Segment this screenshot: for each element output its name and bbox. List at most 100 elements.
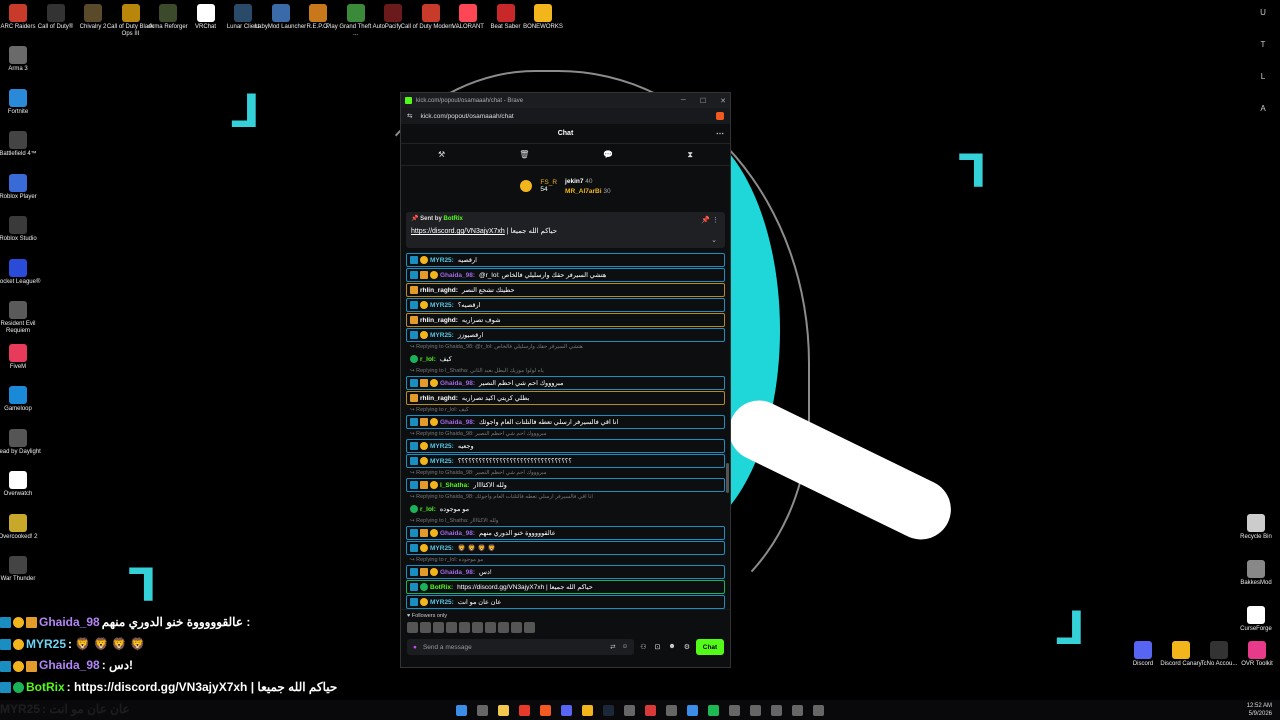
chat-input-placeholder[interactable]: Send a message: [423, 644, 472, 651]
hourglass-icon[interactable]: ⧗: [687, 150, 693, 160]
app-icon[interactable]: [645, 704, 656, 716]
desktop-shortcut[interactable]: FiveM: [0, 343, 48, 371]
chat-message[interactable]: Ghaida_98: مبروووك احم شي احظم النصير: [406, 376, 725, 390]
mic-icon[interactable]: ●: [413, 644, 417, 651]
discord-canary-icon[interactable]: [582, 704, 593, 716]
chat-message[interactable]: MYR25: ارقصيوزز: [406, 328, 725, 342]
chat-message[interactable]: MYR25: ارقصيه؟: [406, 298, 725, 312]
chat-username[interactable]: Ghaida_98:: [440, 419, 475, 426]
app-icon[interactable]: [771, 704, 782, 716]
pinned-link[interactable]: https://discord.gg/VN3ajyX7xh: [411, 228, 505, 235]
chat-message[interactable]: rhlin_raghd: حطيتك تشجع النصر: [406, 283, 725, 297]
desktop-shortcut[interactable]: Overwatch: [0, 471, 48, 498]
chat-message[interactable]: rhlin_raghd: شوف تصراريه: [406, 313, 725, 327]
emote-icon[interactable]: ☻: [668, 643, 675, 651]
chat-username[interactable]: l_Shatha:: [440, 482, 469, 489]
users-icon[interactable]: ⚇: [640, 643, 646, 651]
desktop-shortcut[interactable]: Roblox Studio: [0, 216, 48, 243]
search-icon[interactable]: [477, 704, 488, 716]
desktop-shortcut[interactable]: Battlefield 4™: [0, 131, 48, 158]
url-text[interactable]: kick.com/popout/osamaaah/chat: [420, 113, 513, 120]
chat-username[interactable]: MYR25:: [430, 545, 454, 552]
desktop-shortcut[interactable]: Dead by Daylight: [0, 428, 48, 456]
chat-username[interactable]: MYR25:: [430, 332, 454, 339]
chat-username[interactable]: rhlin_raghd:: [420, 317, 458, 324]
app-icon[interactable]: [687, 704, 698, 716]
address-bar[interactable]: ⇆ kick.com/popout/osamaaah/chat: [401, 108, 730, 124]
app-icon[interactable]: [624, 704, 635, 716]
chat-message[interactable]: l_Shatha: ولله الاكثاااار: [406, 478, 725, 492]
explorer-icon[interactable]: [498, 704, 509, 716]
trash-icon[interactable]: 🗑: [519, 150, 529, 159]
app-icon[interactable]: [792, 704, 803, 716]
minimize-icon[interactable]: ─: [681, 97, 686, 105]
translate-icon[interactable]: ⇄: [610, 643, 615, 651]
desktop-shortcut[interactable]: Rocket League®: [0, 258, 48, 286]
desktop-shortcut[interactable]: CurseForge: [1226, 606, 1280, 633]
chat-message[interactable]: MYR25: ؟؟؟؟؟؟؟؟؟؟؟؟؟؟؟؟؟؟؟؟؟؟؟؟؟؟؟؟؟؟؟؟؟: [406, 454, 725, 468]
brave-shield-icon[interactable]: [716, 112, 724, 120]
desktop-shortcut[interactable]: BONEWORKS: [513, 4, 573, 31]
window-titlebar[interactable]: kick.com/popout/osamaaah/chat - Brave ─ …: [401, 93, 730, 108]
chat-username[interactable]: Ghaida_98:: [440, 272, 475, 279]
desktop-shortcut[interactable]: BakkesMod: [1226, 560, 1280, 587]
scrollbar[interactable]: [726, 463, 729, 493]
app-icon[interactable]: [813, 704, 824, 716]
chat-message[interactable]: Ghaida_98: @r_lol: هتشي السيرفر حقك وارسل…: [406, 268, 725, 282]
chat-message[interactable]: r_lol: كيف: [406, 352, 725, 366]
chat-username[interactable]: Ghaida_98:: [440, 530, 475, 537]
chat-username[interactable]: MYR25:: [430, 443, 454, 450]
chat-username[interactable]: MYR25:: [430, 458, 454, 465]
desktop-shortcut[interactable]: War Thunder: [0, 556, 48, 583]
start-icon[interactable]: [456, 704, 467, 716]
spotify-icon[interactable]: [708, 704, 719, 716]
desktop-shortcut[interactable]: Fortnite: [0, 88, 48, 116]
chat-username[interactable]: MYR25:: [430, 257, 454, 264]
chat-message[interactable]: BotRix: https://discord.gg/VN3ajyX7xh | ح…: [406, 580, 725, 594]
chat-message[interactable]: MYR25: ارقصيه: [406, 253, 725, 267]
send-chat-button[interactable]: Chat: [696, 639, 724, 655]
desktop-shortcut[interactable]: OVR Toolkit: [1227, 641, 1280, 668]
chat-message[interactable]: Ghaida_98: دس!: [406, 565, 725, 579]
desktop-shortcut[interactable]: Resident Evil Requiem: [0, 301, 48, 335]
brave-icon[interactable]: [540, 704, 551, 716]
desktop-shortcut[interactable]: Gameloop: [0, 386, 48, 413]
chevron-down-icon[interactable]: ⌄: [711, 236, 717, 244]
desktop-shortcut[interactable]: Recycle Bin: [1226, 514, 1280, 541]
chat-message[interactable]: Ghaida_98: عالقوووووة خنو الدوري منهم: [406, 526, 725, 540]
desktop-shortcut[interactable]: Overcooked! 2: [0, 513, 48, 541]
close-icon[interactable]: ✕: [720, 97, 726, 105]
discord-icon[interactable]: [561, 704, 572, 716]
chat-message[interactable]: MYR25: 🦁 🦁 🦁 🦁: [406, 541, 725, 555]
chat-username[interactable]: Ghaida_98:: [440, 380, 475, 387]
system-clock[interactable]: 12:52 AM 5/9/2026: [1247, 702, 1272, 718]
app-icon[interactable]: [519, 704, 530, 716]
chat-message[interactable]: MYR25: وجعيه: [406, 439, 725, 453]
gift-icon[interactable]: ⊡: [654, 643, 660, 651]
settings-icon[interactable]: ⚙: [684, 643, 690, 651]
chat-username[interactable]: rhlin_raghd:: [420, 287, 458, 294]
more-options-icon[interactable]: ⋯: [716, 129, 724, 138]
site-settings-icon[interactable]: ⇆: [407, 112, 412, 120]
chat-message[interactable]: Ghaida_98: انا اقي فالسيرفر ارسلي تعطه فا…: [406, 415, 725, 429]
emoji-icon[interactable]: ☺: [622, 643, 629, 651]
chat-input[interactable]: ● Send a message ⇄ ☺: [407, 639, 635, 655]
desktop-shortcut[interactable]: Roblox Player: [0, 173, 48, 201]
app-icon[interactable]: [729, 704, 740, 716]
chat-username[interactable]: MYR25:: [430, 302, 454, 309]
chat-message[interactable]: MYR25: عان عان مو انت: [406, 595, 725, 609]
chat-username[interactable]: BotRix:: [430, 584, 453, 591]
chat-username[interactable]: rhlin_raghd:: [420, 395, 458, 402]
chat-message[interactable]: r_lol: مو موجوده: [406, 502, 725, 516]
maximize-icon[interactable]: ☐: [700, 97, 706, 105]
chat-username[interactable]: MYR25:: [430, 599, 454, 606]
app-icon[interactable]: [750, 704, 761, 716]
chat-username[interactable]: r_lol:: [420, 356, 436, 363]
chat-message[interactable]: rhlin_raghd: بطلي كريتي اكيد تصراريه: [406, 391, 725, 405]
hammer-icon[interactable]: ⚒: [438, 150, 445, 159]
chat-username[interactable]: Ghaida_98:: [440, 569, 475, 576]
desktop-shortcut[interactable]: Arma 3: [0, 46, 48, 73]
app-icon[interactable]: [666, 704, 677, 716]
pin-icon[interactable]: 📌 ⋮: [701, 216, 719, 224]
chat-bubble-icon[interactable]: 💬: [603, 150, 613, 159]
